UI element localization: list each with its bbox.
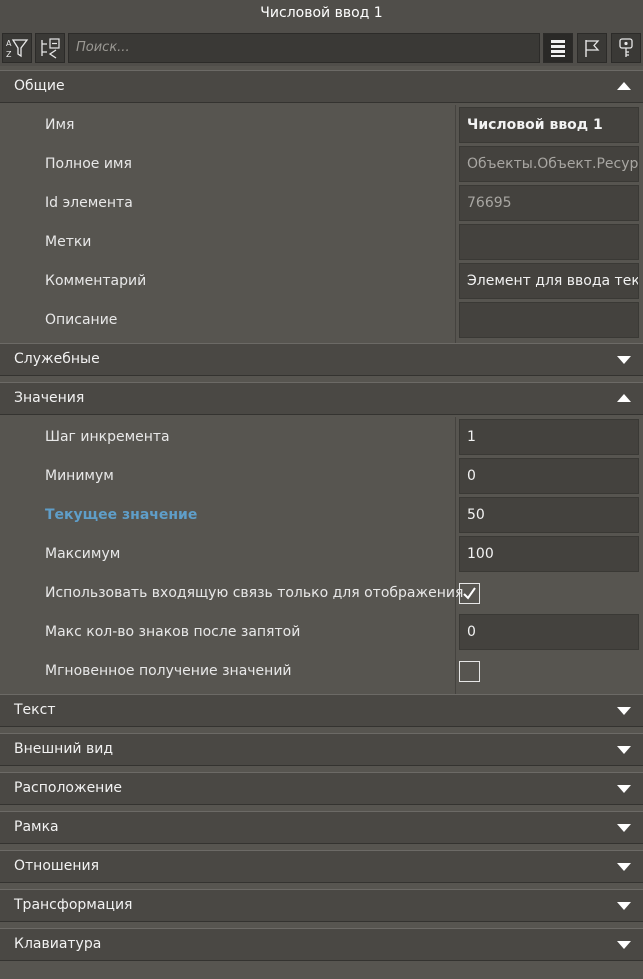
chevron-down-icon xyxy=(617,863,631,871)
section-label: Служебные xyxy=(14,351,100,367)
chevron-down-icon xyxy=(617,824,631,832)
property-row-comment: Комментарий Элемент для ввода текста xyxy=(0,262,643,301)
search-input[interactable]: Поиск... xyxy=(68,33,540,63)
property-row-instant-values: Мгновенное получение значений xyxy=(0,652,643,691)
property-label: Полное имя xyxy=(45,156,132,172)
property-label: Метки xyxy=(45,234,92,250)
section-label: Клавиатура xyxy=(14,936,102,952)
section-transform[interactable]: Трансформация xyxy=(0,889,643,922)
element-id-field: 76695 xyxy=(459,185,639,221)
property-row-tags: Метки xyxy=(0,223,643,262)
description-field[interactable] xyxy=(459,302,639,338)
toolbar: A Z Поиск... xyxy=(0,30,643,66)
chevron-down-icon xyxy=(617,707,631,715)
list-view-button[interactable] xyxy=(543,33,573,63)
section-label: Общие xyxy=(14,78,65,94)
property-row-description: Описание xyxy=(0,301,643,340)
section-text[interactable]: Текст xyxy=(0,694,643,727)
key-icon xyxy=(615,37,637,59)
property-label: Минимум xyxy=(45,468,114,484)
section-label: Трансформация xyxy=(14,897,133,913)
section-values[interactable]: Значения xyxy=(0,382,643,415)
chevron-down-icon xyxy=(617,902,631,910)
property-label: Использовать входящую связь только для о… xyxy=(45,585,464,601)
section-label: Значения xyxy=(14,390,85,406)
section-general[interactable]: Общие xyxy=(0,70,643,103)
property-label: Комментарий xyxy=(45,273,147,289)
comment-field[interactable]: Элемент для ввода текста xyxy=(459,263,639,299)
step-field[interactable]: 1 xyxy=(459,419,639,455)
current-value-field[interactable]: 50 xyxy=(459,497,639,533)
property-row-id: Id элемента 76695 xyxy=(0,184,643,223)
full-name-field: Объекты.Объект.Ресурсы xyxy=(459,146,639,182)
chevron-down-icon xyxy=(617,941,631,949)
section-keyboard[interactable]: Клавиатура xyxy=(0,928,643,961)
section-frame[interactable]: Рамка xyxy=(0,811,643,844)
events-button[interactable] xyxy=(577,33,607,63)
property-row-minimum: Минимум 0 xyxy=(0,457,643,496)
sort-filter-icon: A Z xyxy=(5,36,29,60)
collapse-tree-button[interactable] xyxy=(35,33,65,63)
property-label: Описание xyxy=(45,312,118,328)
flag-icon xyxy=(581,37,603,59)
instant-values-checkbox[interactable] xyxy=(459,661,480,682)
property-row-full-name: Полное имя Объекты.Объект.Ресурсы xyxy=(0,145,643,184)
property-row-incoming-link: Использовать входящую связь только для о… xyxy=(0,574,643,613)
property-row-name: Имя Числовой ввод 1 xyxy=(0,106,643,145)
property-label: Текущее значение xyxy=(45,507,198,523)
chevron-up-icon xyxy=(617,82,631,90)
property-row-current-value: Текущее значение 50 xyxy=(0,496,643,535)
section-label: Отношения xyxy=(14,858,99,874)
section-label: Расположение xyxy=(14,780,123,796)
section-appearance[interactable]: Внешний вид xyxy=(0,733,643,766)
property-row-maximum: Максимум 100 xyxy=(0,535,643,574)
property-label: Шаг инкремента xyxy=(45,429,170,445)
chevron-down-icon xyxy=(617,356,631,364)
chevron-down-icon xyxy=(617,746,631,754)
name-field[interactable]: Числовой ввод 1 xyxy=(459,107,639,143)
decimals-field[interactable]: 0 xyxy=(459,614,639,650)
incoming-link-display-only-checkbox[interactable] xyxy=(459,583,480,604)
list-view-icon xyxy=(547,37,569,59)
property-label: Макс кол-во знаков после запятой xyxy=(45,624,301,640)
section-service[interactable]: Служебные xyxy=(0,343,643,376)
chevron-down-icon xyxy=(617,785,631,793)
collapse-tree-icon xyxy=(38,36,62,60)
property-row-decimals: Макс кол-во знаков после запятой 0 xyxy=(0,613,643,652)
chevron-up-icon xyxy=(617,394,631,402)
property-label: Максимум xyxy=(45,546,121,562)
sort-filter-button[interactable]: A Z xyxy=(2,33,32,63)
property-row-step: Шаг инкремента 1 xyxy=(0,418,643,457)
maximum-field[interactable]: 100 xyxy=(459,536,639,572)
panel-title: Числовой ввод 1 xyxy=(0,0,643,30)
access-button[interactable] xyxy=(611,33,641,63)
checkmark-icon xyxy=(463,587,476,600)
svg-text:A: A xyxy=(6,39,12,48)
section-label: Внешний вид xyxy=(14,741,114,757)
minimum-field[interactable]: 0 xyxy=(459,458,639,494)
section-label: Текст xyxy=(14,702,56,718)
section-position[interactable]: Расположение xyxy=(0,772,643,805)
section-relations[interactable]: Отношения xyxy=(0,850,643,883)
section-label: Рамка xyxy=(14,819,59,835)
property-label: Id элемента xyxy=(45,195,133,211)
tags-field[interactable] xyxy=(459,224,639,260)
property-label: Имя xyxy=(45,117,75,133)
svg-text:Z: Z xyxy=(6,50,12,59)
property-label: Мгновенное получение значений xyxy=(45,663,292,679)
